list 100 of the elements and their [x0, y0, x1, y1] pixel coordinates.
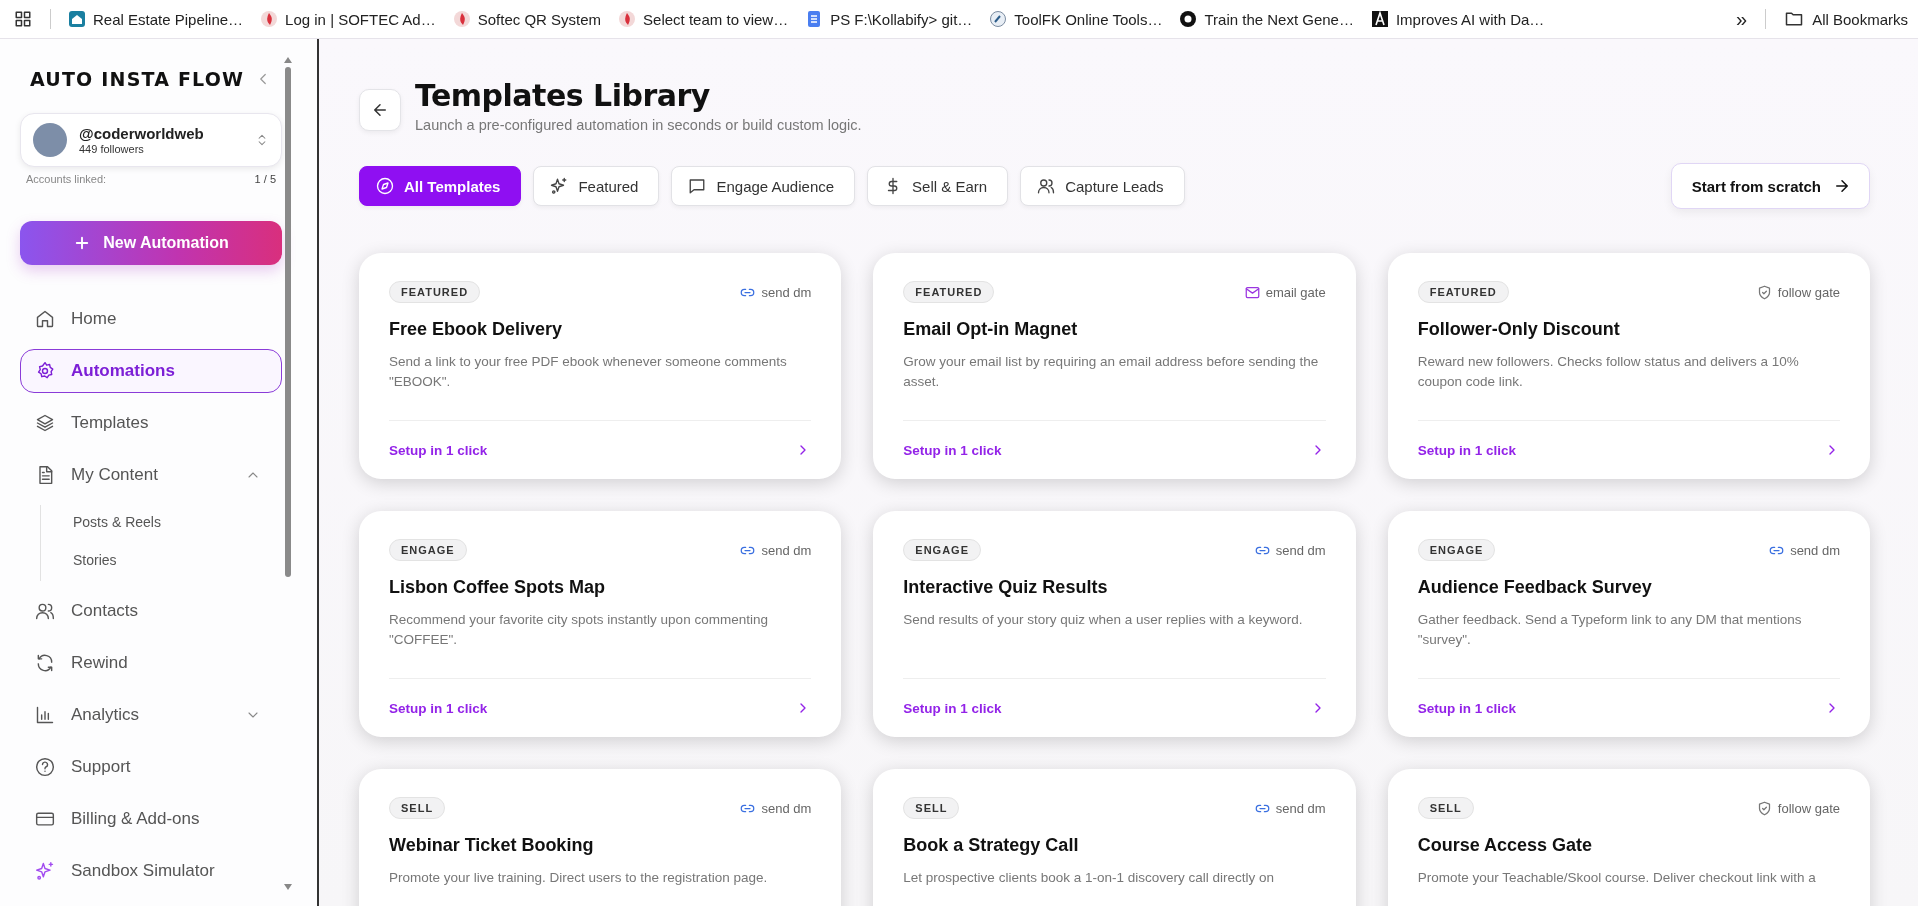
category-tag: SELL: [903, 797, 960, 819]
template-title: Follower-Only Discount: [1417, 319, 1621, 340]
nav-subitem[interactable]: Posts & Reels: [41, 505, 282, 539]
compass-icon: [376, 177, 394, 195]
arrow-right-icon: [1833, 177, 1851, 195]
flame-favicon-icon: [261, 11, 278, 27]
brand-logo-text: AUTO INSTA FLOW: [30, 68, 245, 90]
all-bookmarks-button[interactable]: All Bookmarks: [1784, 9, 1908, 29]
filter-tab[interactable]: Featured: [533, 166, 660, 206]
flame-favicon-icon: [619, 11, 636, 27]
flame-favicon-icon: [453, 11, 470, 27]
accounts-linked-count: 1 / 5: [254, 173, 276, 185]
folder-icon: [1784, 9, 1805, 29]
template-description: Promote your Teachable/Skool course. Deliver checkout link with a: [1417, 869, 1817, 887]
nav-item[interactable]: Billing & Add-ons: [20, 797, 282, 841]
refresh-icon: [35, 653, 55, 673]
template-card[interactable]: ENGAGE send dm Interactive Quiz Results Send results of your story quiz when a user replies with a keyword. Setup in 1 click: [873, 511, 1356, 737]
template-card[interactable]: SELL send dm Book a Strategy Call Let prospective clients book a 1-on-1 discovery call directly on: [873, 769, 1356, 906]
template-description: Send a link to your free PDF ebook whenever someone comments "EBOOK".: [389, 353, 788, 391]
template-card[interactable]: SELL send dm Webinar Ticket Booking Promote your live training. Direct users to the registration page.: [359, 769, 842, 906]
template-title: Audience Feedback Survey: [1417, 577, 1653, 598]
action-type-label: send dm: [1275, 800, 1326, 816]
account-switcher[interactable]: @coderworldweb 449 followers: [20, 113, 282, 167]
category-tag: SELL: [389, 797, 446, 819]
template-title: Interactive Quiz Results: [903, 577, 1109, 598]
people-icon: [35, 601, 55, 621]
setup-link[interactable]: Setup in 1 click: [903, 442, 1002, 458]
page-title: Templates Library: [415, 77, 711, 115]
filter-tab[interactable]: Engage Audience: [671, 166, 856, 206]
action-type-label: email gate: [1265, 284, 1326, 300]
sparkle-icon: [35, 861, 55, 881]
letter-favicon-icon: [1371, 11, 1388, 27]
nav-item[interactable]: Contacts: [20, 589, 282, 633]
apps-grid-icon: [14, 10, 32, 28]
tool-favicon-icon: [990, 11, 1007, 27]
filter-tab[interactable]: Sell & Earn: [867, 166, 1009, 206]
template-description: Recommend your favorite city spots instantly upon commenting "COFFEE".: [389, 611, 769, 649]
template-description: Let prospective clients book a 1-on-1 discovery call directly on: [903, 869, 1275, 887]
filter-tab[interactable]: All Templates: [359, 166, 522, 206]
new-automation-button[interactable]: New Automation: [20, 221, 282, 265]
template-card[interactable]: FEATURED send dm Free Ebook Delivery Send a link to your free PDF ebook whenever someone comments "EBOOK". Setup in 1 click: [359, 253, 842, 479]
action-type-label: send dm: [1790, 542, 1840, 558]
accounts-linked-label: Accounts linked:: [26, 173, 107, 185]
nav-item[interactable]: Rewind: [20, 641, 282, 685]
nav-item[interactable]: My Content: [20, 453, 282, 497]
nav-item[interactable]: Automations: [20, 349, 282, 393]
ring-favicon-icon: [1180, 11, 1197, 27]
template-card[interactable]: FEATURED email gate Email Opt-in Magnet Grow your email list by requiring an email address before sending the asset. Setup in 1 click: [873, 253, 1356, 479]
chat-bubble-icon: [688, 177, 707, 195]
bookmark[interactable]: Real Estate Pipeline…: [69, 10, 244, 28]
category-tag: SELL: [1417, 797, 1474, 819]
template-description: Promote your live training. Direct users to the registration page.: [389, 869, 769, 887]
bookmark[interactable]: Improves AI with Da…: [1371, 10, 1545, 28]
bookmark[interactable]: Log in | SOFTEC Ad…: [261, 10, 436, 28]
bookmark[interactable]: Select team to view…: [619, 10, 789, 28]
template-title: Book a Strategy Call: [903, 835, 1080, 856]
template-title: Lisbon Coffee Spots Map: [389, 577, 606, 598]
bookmark[interactable]: Softec QR System: [453, 10, 602, 28]
bookmark[interactable]: ToolFK Online Tools…: [990, 10, 1163, 28]
nav-item[interactable]: Sandbox Simulator: [20, 849, 282, 893]
bookmark[interactable]: PS F:\Kollabify> git…: [806, 10, 973, 28]
setup-link[interactable]: Setup in 1 click: [389, 442, 488, 458]
nav-item[interactable]: Analytics: [20, 693, 282, 737]
people-icon: [1037, 177, 1056, 195]
template-description: Gather feedback. Send a Typeform link to any DM that mentions "survey".: [1417, 611, 1803, 649]
template-card[interactable]: ENGAGE send dm Audience Feedback Survey Gather feedback. Send a Typeform link to any DM that mentions "survey". Setup in 1 click: [1387, 511, 1870, 737]
category-tag: ENGAGE: [389, 539, 467, 561]
template-title: Course Access Gate: [1417, 835, 1594, 856]
house-icon: [35, 309, 55, 329]
follower-count: 449 followers: [79, 143, 145, 155]
category-tag: FEATURED: [903, 281, 995, 303]
category-tag: FEATURED: [1417, 281, 1509, 303]
back-arrow-icon: [371, 101, 389, 119]
template-card[interactable]: FEATURED follow gate Follower-Only Discount Reward new followers. Checks follow status and delivers a 10% coupon code link. Setup in 1 click: [1387, 253, 1870, 479]
back-button[interactable]: [359, 89, 401, 131]
setup-link[interactable]: Setup in 1 click: [1417, 700, 1516, 716]
page-subtitle: Launch a pre-configured automation in seconds or build custom logic.: [415, 117, 862, 133]
template-card[interactable]: SELL follow gate Course Access Gate Promote your Teachable/Skool course. Deliver checkout link with a: [1387, 769, 1870, 906]
filter-tab[interactable]: Capture Leads: [1020, 166, 1185, 206]
nav-item[interactable]: Support: [20, 745, 282, 789]
nav-item[interactable]: Home: [20, 297, 282, 341]
setup-link[interactable]: Setup in 1 click: [389, 700, 488, 716]
setup-link[interactable]: Setup in 1 click: [903, 700, 1002, 716]
action-type-label: send dm: [761, 800, 812, 816]
setup-link[interactable]: Setup in 1 click: [1417, 442, 1516, 458]
category-tag: FEATURED: [389, 281, 481, 303]
document-favicon-icon: [806, 11, 823, 27]
start-from-scratch-button[interactable]: Start from scratch: [1670, 163, 1870, 209]
avatar: [33, 123, 67, 157]
template-title: Webinar Ticket Booking: [389, 835, 595, 856]
bookmark[interactable]: Train the Next Gene…: [1180, 10, 1354, 28]
nav-item[interactable]: Templates: [20, 401, 282, 445]
more-bookmarks-button[interactable]: »: [1736, 7, 1748, 31]
template-card[interactable]: ENGAGE send dm Lisbon Coffee Spots Map Recommend your favorite city spots instantly upon commenting "COFFEE". Setup in 1 click: [359, 511, 842, 737]
action-type-label: send dm: [761, 542, 812, 558]
account-handle: @coderworldweb: [79, 125, 205, 142]
layers-icon: [35, 413, 55, 433]
nav-subitem[interactable]: Stories: [41, 543, 282, 577]
action-type-label: send dm: [1275, 542, 1326, 558]
template-title: Email Opt-in Magnet: [903, 319, 1079, 340]
